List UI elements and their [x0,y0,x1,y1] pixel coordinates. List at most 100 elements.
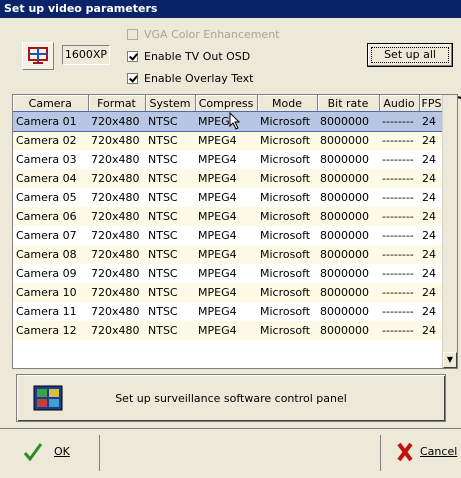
column-header-format[interactable]: Format [88,95,146,112]
surveillance-panel-button[interactable]: Set up surveillance software control pan… [16,374,446,422]
cell-camera: Camera 06 [13,207,88,226]
table-row[interactable]: Camera 08 720x480 NTSC MPEG4 Microsoft 800000… [13,245,444,264]
table-row[interactable]: Camera 04 720x480 NTSC MPEG4 Microsoft 800000… [13,169,444,188]
cell-fps: 24 [419,131,444,150]
cell-compress: MPEG4 [195,264,257,283]
cell-audio: -------- [379,245,419,264]
cell-format: 720x480 [88,283,145,302]
column-header-mode[interactable]: Mode [257,95,318,112]
cell-compress: MPEG4 [195,302,257,321]
dialog-footer: OK Cancel [0,428,461,478]
cell-bitrate: 8000000 [317,302,379,321]
cell-system: NTSC [145,245,195,264]
table-row[interactable]: Camera 07 720x480 NTSC MPEG4 Microsoft 800000… [13,226,444,245]
tv-out-osd-checkbox[interactable] [127,50,138,62]
cell-audio: -------- [379,264,419,283]
cell-bitrate: 8000000 [317,188,379,207]
ok-button[interactable]: OK [12,435,100,471]
cell-mode: Microsoft [257,302,317,321]
column-header-audio[interactable]: Audio [379,95,420,112]
table-row[interactable]: Camera 02 720x480 NTSC MPEG4 Microsoft 800000… [13,131,444,150]
column-header-camera[interactable]: Camera [13,95,89,112]
cell-format: 720x480 [88,264,145,283]
column-header-system[interactable]: System [145,95,196,112]
cell-audio: -------- [379,131,419,150]
cell-audio: -------- [379,111,419,131]
cell-system: NTSC [145,321,195,340]
cell-mode: Microsoft [257,131,317,150]
column-header-bitrate[interactable]: Bit rate [317,95,380,112]
column-header-compress[interactable]: Compress [195,95,258,112]
cell-fps: 24 [419,283,444,302]
cell-fps: 24 [419,111,444,131]
cell-audio: -------- [379,302,419,321]
cell-audio: -------- [379,226,419,245]
cell-bitrate: 8000000 [317,207,379,226]
setup-all-button[interactable]: Set up all [367,43,453,67]
cell-camera: Camera 02 [13,131,88,150]
cancel-button[interactable]: Cancel [380,435,461,471]
table-row[interactable]: Camera 03 720x480 NTSC MPEG4 Microsoft 800000… [13,150,444,169]
table-row[interactable]: Camera 05 720x480 NTSC MPEG4 Microsoft 800000… [13,188,444,207]
title-bar: Set up video parameters [0,0,461,18]
check-icon [23,443,43,462]
cell-mode: Microsoft [257,150,317,169]
cell-camera: Camera 12 [13,321,88,340]
cell-camera: Camera 05 [13,188,88,207]
cell-system: NTSC [145,207,195,226]
overlay-text-checkbox[interactable] [127,72,138,84]
cell-compress: MPEG4 [195,283,257,302]
cancel-x-icon [397,442,413,462]
cell-audio: -------- [379,321,419,340]
cell-format: 720x480 [88,226,145,245]
cell-system: NTSC [145,131,195,150]
tv-out-osd-option[interactable]: Enable TV Out OSD [127,48,250,64]
overlay-text-option[interactable]: Enable Overlay Text [127,70,253,86]
cell-fps: 24 [419,245,444,264]
cell-camera: Camera 08 [13,245,88,264]
table-row[interactable]: Camera 10 720x480 NTSC MPEG4 Microsoft 800000… [13,283,444,302]
table-header-row: Camera Format System Compress Mode Bit r… [13,95,445,112]
cell-mode: Microsoft [257,169,317,188]
cell-audio: -------- [379,283,419,302]
cell-bitrate: 8000000 [317,264,379,283]
table-row[interactable]: Camera 09 720x480 NTSC MPEG4 Microsoft 800000… [13,264,444,283]
cell-compress: MPEG4 [195,131,257,150]
cell-bitrate: 8000000 [317,321,379,340]
cell-bitrate: 8000000 [317,245,379,264]
vertical-scrollbar[interactable]: ▼ [442,95,457,368]
camera-table[interactable]: Camera Format System Compress Mode Bit r… [12,94,458,369]
cell-bitrate: 8000000 [317,150,379,169]
cell-mode: Microsoft [257,226,317,245]
table-row[interactable]: Camera 12 720x480 NTSC MPEG4 Microsoft 800000… [13,321,444,340]
overlay-text-label: Enable Overlay Text [144,71,254,85]
cell-system: NTSC [145,226,195,245]
scroll-down-arrow-icon[interactable]: ▼ [443,352,457,368]
cell-camera: Camera 10 [13,283,88,302]
cell-audio: -------- [379,188,419,207]
cell-format: 720x480 [88,131,145,150]
table-row[interactable]: Camera 11 720x480 NTSC MPEG4 Microsoft 800000… [13,302,444,321]
cell-camera: Camera 03 [13,150,88,169]
vga-color-label: VGA Color Enhancement [144,27,280,41]
cell-compress: MPEG4 [195,321,257,340]
cell-camera: Camera 09 [13,264,88,283]
table-row[interactable]: Camera 06 720x480 NTSC MPEG4 Microsoft 800000… [13,207,444,226]
cell-compress: MPEG4 [195,226,257,245]
resolution-icon[interactable] [22,42,54,70]
cell-fps: 24 [419,226,444,245]
cell-compress: MPEG4 [195,188,257,207]
cell-format: 720x480 [88,245,145,264]
cell-fps: 24 [419,169,444,188]
cell-format: 720x480 [88,111,145,131]
cell-compress: MPEG4 [195,169,257,188]
cell-camera: Camera 04 [13,169,88,188]
cell-bitrate: 8000000 [317,169,379,188]
column-header-fps[interactable]: FPS [419,95,445,112]
resolution-label: 1600XP [62,45,110,65]
cell-system: NTSC [145,188,195,207]
cell-format: 720x480 [88,188,145,207]
vga-color-checkbox [127,28,138,40]
cell-compress: MPEG4 [195,207,257,226]
cell-format: 720x480 [88,302,145,321]
